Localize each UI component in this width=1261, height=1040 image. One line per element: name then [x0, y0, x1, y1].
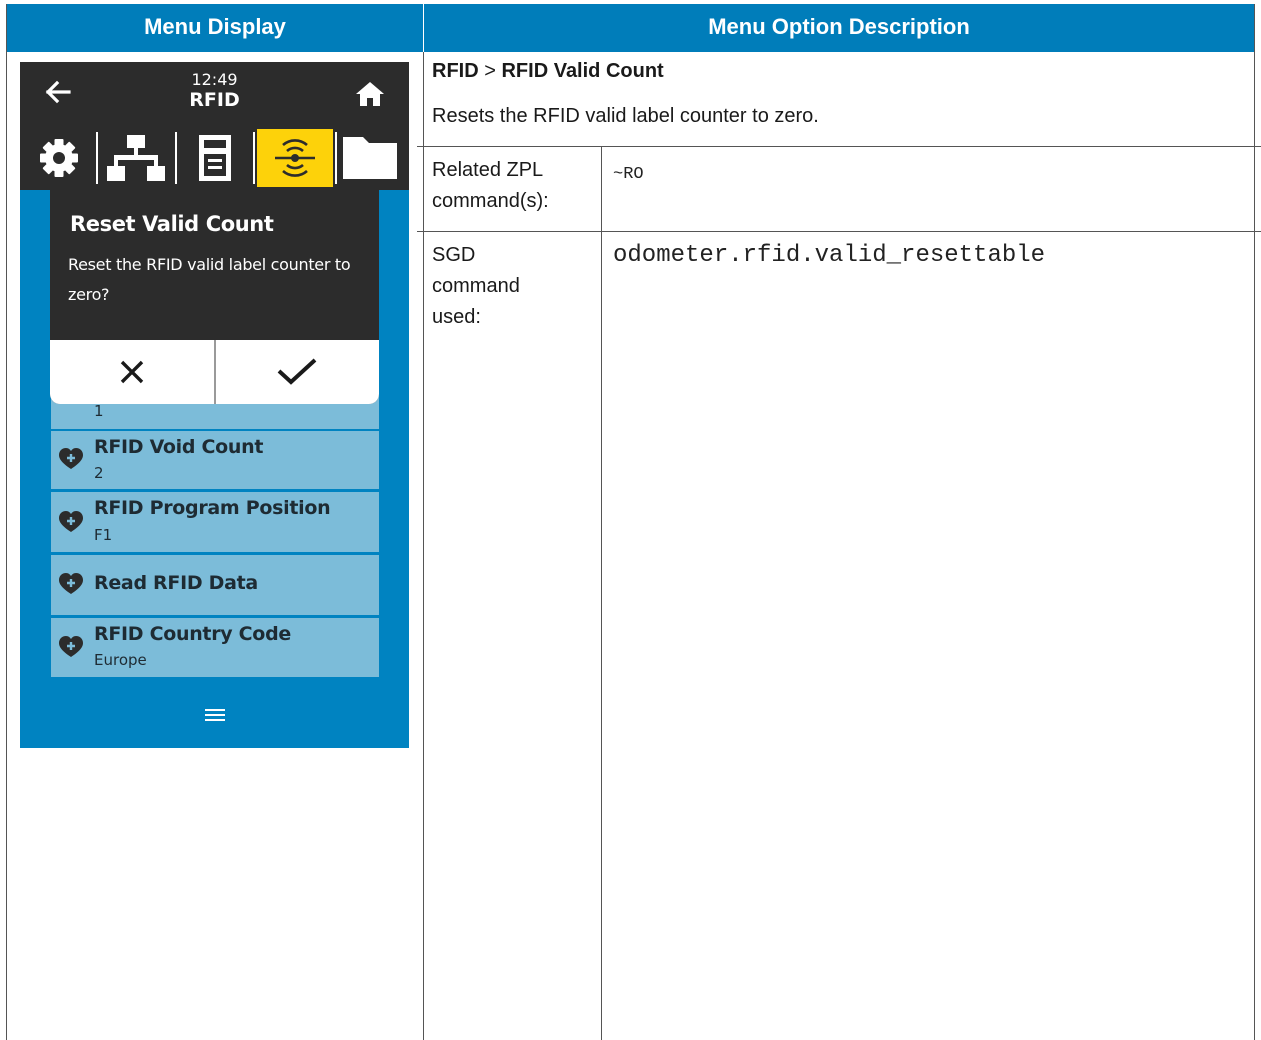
row-divider — [417, 146, 1261, 147]
path-parent: RFID — [432, 60, 479, 82]
tab-separator — [96, 132, 98, 184]
option-summary: Resets the RFID valid label counter to z… — [432, 105, 819, 127]
list-item-title: RFID Country Code — [94, 623, 291, 645]
close-icon — [120, 360, 144, 384]
heart-plus-icon — [59, 573, 83, 594]
confirm-button[interactable] — [216, 340, 379, 404]
reset-confirm-dialog: Reset Valid Count Reset the RFID valid l… — [50, 190, 379, 404]
clock: 12:49 — [191, 70, 238, 89]
folder-icon — [343, 137, 397, 179]
list-item-read-rfid-data[interactable]: Read RFID Data — [51, 555, 379, 615]
column-divider — [423, 52, 424, 1040]
tab-print[interactable] — [179, 129, 251, 187]
screen-title: RFID — [189, 89, 240, 111]
tab-separator — [335, 132, 337, 184]
sgd-command-label: SGD command used: — [432, 244, 520, 328]
hamburger-menu-icon[interactable] — [205, 708, 225, 722]
tab-network[interactable] — [100, 129, 172, 187]
sgd-command-value: odometer.rfid.valid_resettable — [613, 242, 1046, 269]
dialog-title: Reset Valid Count — [70, 212, 274, 236]
tab-storage[interactable] — [339, 129, 409, 187]
path-separator: > — [484, 60, 496, 82]
dialog-message: Reset the RFID valid label counter to ze… — [68, 255, 351, 304]
checkmark-icon — [277, 358, 317, 385]
network-icon — [107, 135, 165, 181]
tab-separator — [175, 132, 177, 184]
heart-plus-icon — [59, 636, 83, 657]
rfid-icon — [275, 139, 315, 177]
menu-path: RFID > RFID Valid Count — [432, 60, 664, 83]
list-item-rfid-country-code[interactable]: RFID Country Code Europe — [51, 618, 379, 677]
list-item-rfid-void-count[interactable]: RFID Void Count 2 — [51, 431, 379, 489]
printer-screen: 12:49 RFID 1 RFID Void Count 2 RFID Prog… — [20, 62, 409, 748]
tab-settings[interactable] — [23, 129, 94, 187]
table-header: Menu Display Menu Option Description — [7, 4, 1254, 52]
tab-separator — [253, 132, 255, 184]
home-icon[interactable] — [354, 79, 386, 109]
list-item-value: Europe — [94, 651, 147, 669]
cancel-button[interactable] — [50, 340, 214, 404]
zpl-command-value: ~RO — [613, 165, 644, 184]
list-item-value: 1 — [94, 402, 104, 420]
list-item-title: RFID Void Count — [94, 436, 264, 458]
header-menu-display: Menu Display — [144, 14, 286, 39]
tab-rfid[interactable] — [257, 129, 333, 187]
header-menu-option-description: Menu Option Description — [708, 14, 970, 39]
list-item-title: Read RFID Data — [94, 572, 258, 594]
list-item-value: 2 — [94, 464, 104, 482]
screen-top-bar: 12:49 RFID — [20, 62, 409, 126]
list-item-title: RFID Program Position — [94, 497, 331, 519]
printer-icon — [199, 135, 231, 181]
heart-plus-icon — [59, 511, 83, 532]
menu-icon-bar — [20, 126, 409, 190]
list-item-value: F1 — [94, 526, 113, 544]
zpl-command-label: Related ZPL command(s): — [432, 159, 549, 212]
path-item: RFID Valid Count — [501, 60, 664, 82]
gear-icon — [40, 139, 78, 177]
heart-plus-icon — [59, 448, 83, 469]
row-divider — [417, 231, 1261, 232]
dialog-button-bar — [50, 340, 379, 404]
list-item-rfid-program-position[interactable]: RFID Program Position F1 — [51, 492, 379, 552]
cell-divider — [601, 147, 602, 1040]
